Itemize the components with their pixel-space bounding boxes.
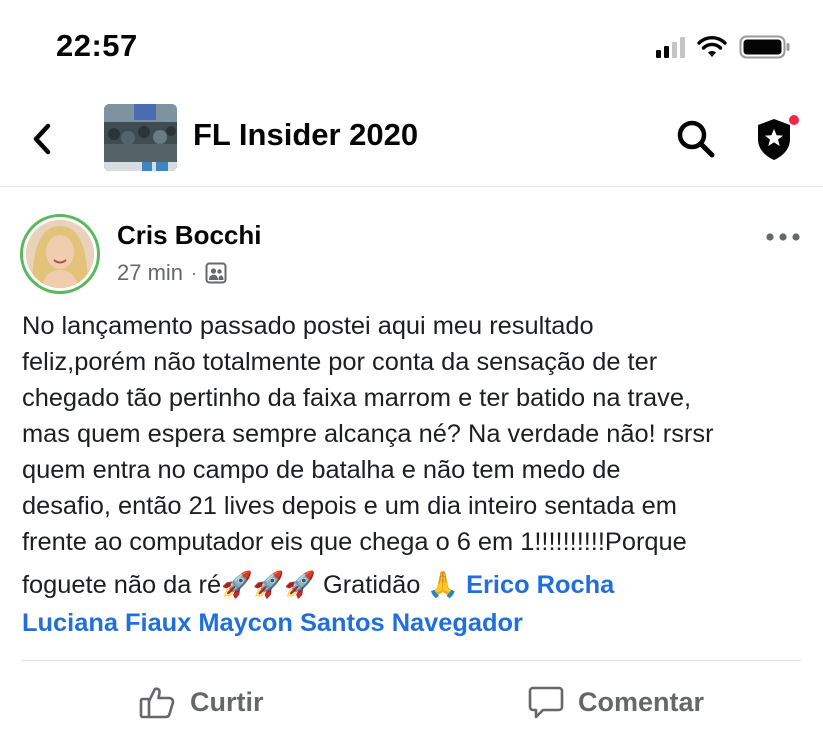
post-text-line: Luciana Fiaux Maycon Santos Navegador: [22, 605, 812, 641]
post-text-line: foguete não da ré🚀🚀🚀 Gratidão 🙏 Erico Ro…: [22, 566, 812, 603]
post-text-line: feliz,porém não totalmente por conta da …: [22, 348, 658, 376]
search-icon[interactable]: [672, 115, 720, 163]
mention-link[interactable]: Maycon Santos: [198, 609, 384, 637]
status-time: 22:57: [56, 28, 138, 63]
group-header: FL Insider 2020: [0, 95, 823, 187]
like-label: Curtir: [190, 686, 264, 717]
notification-dot: [789, 115, 799, 125]
post-body-text: No lançamento passado postei aqui meu re…: [22, 308, 812, 641]
post-text-line: chegado tão pertinho da faixa marrom e t…: [22, 384, 692, 412]
post-text-fragment: foguete não da ré: [22, 571, 222, 599]
status-bar: 22:57: [0, 0, 823, 90]
post-text-line: desafio, então 21 lives depois e um dia …: [22, 492, 677, 520]
comment-label: Comentar: [578, 686, 705, 717]
wifi-icon: [697, 36, 727, 57]
more-options-icon[interactable]: [764, 230, 802, 244]
meta-separator: ·: [191, 262, 198, 283]
status-icons: [656, 34, 791, 60]
post-text-line: frente ao computador eis que chega o 6 e…: [22, 528, 687, 556]
thumbs-up-icon: [139, 687, 175, 719]
post-meta: 27 min ·: [117, 260, 227, 286]
rocket-emoji: 🚀🚀🚀: [221, 569, 316, 599]
admin-shield-star-icon[interactable]: [750, 111, 802, 165]
post-text-line: quem entra no campo de batalha e não tem…: [22, 456, 621, 484]
cellular-signal-icon: [656, 36, 685, 58]
post-text-line: No lançamento passado postei aqui meu re…: [22, 312, 594, 340]
group-cover-thumbnail[interactable]: [104, 104, 177, 171]
author-avatar[interactable]: [20, 214, 100, 294]
pray-emoji: 🙏: [427, 569, 460, 599]
group-members-icon: [205, 262, 227, 284]
mention-link[interactable]: Luciana Fiaux: [22, 609, 191, 637]
author-name[interactable]: Cris Bocchi: [117, 220, 262, 251]
comment-bubble-icon: [528, 686, 564, 719]
post-text-line: mas quem espera sempre alcança né? Na ve…: [22, 420, 714, 448]
group-title[interactable]: FL Insider 2020: [193, 117, 418, 153]
like-button[interactable]: Curtir: [138, 680, 264, 724]
gratitude-text: Gratidão: [322, 571, 421, 599]
back-arrow-icon[interactable]: [28, 121, 58, 157]
battery-icon: [739, 35, 790, 59]
mention-link[interactable]: Erico Rocha: [466, 571, 614, 599]
mention-link[interactable]: Navegador: [392, 609, 523, 637]
actions-divider: [22, 660, 801, 661]
comment-button[interactable]: Comentar: [528, 680, 704, 724]
post-timestamp[interactable]: 27 min: [117, 260, 183, 286]
